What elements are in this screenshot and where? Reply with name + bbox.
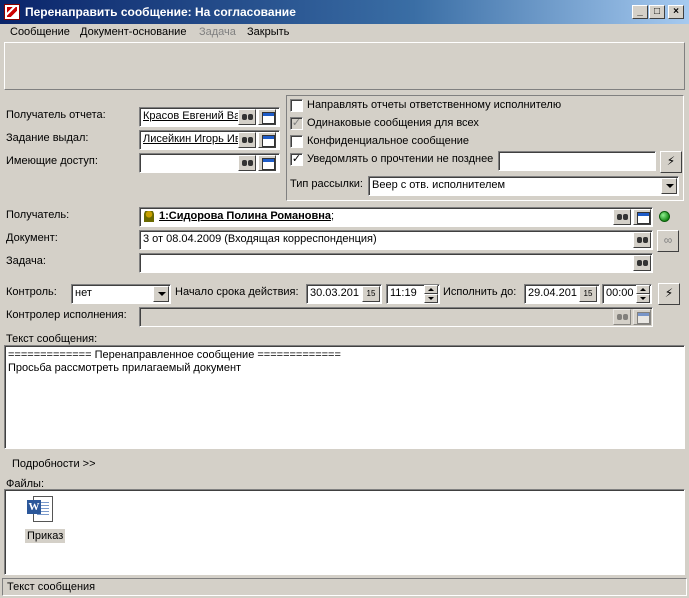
close-button[interactable]: × — [668, 5, 684, 19]
menu-bar: Сообщение Документ-основание Задача Закр… — [0, 24, 689, 42]
details-toggle[interactable]: Подробности >> — [12, 458, 96, 470]
binoculars-icon — [613, 309, 631, 325]
same-messages-checkbox[interactable]: ✓ — [290, 117, 303, 130]
app-icon[interactable] — [4, 4, 20, 20]
word-document-icon[interactable]: W — [27, 494, 57, 524]
deadline-time-spinner[interactable] — [636, 285, 650, 303]
recipient-field[interactable]: 1:Сидорова Полина Романовна; — [139, 207, 653, 227]
menu-task: Задача — [199, 26, 236, 38]
document-field[interactable]: 3 от 08.04.2009 (Входящая корреспонденци… — [139, 230, 653, 250]
mailing-type-label: Тип рассылки: — [290, 178, 363, 190]
mailing-type-select[interactable]: Веер с отв. исполнителем — [368, 176, 679, 196]
binoculars-icon[interactable] — [238, 132, 256, 148]
controller-field — [139, 307, 653, 327]
start-label: Начало срока действия: — [175, 286, 299, 298]
menu-close[interactable]: Закрыть — [247, 26, 289, 38]
same-messages-label: Одинаковые сообщения для всех — [307, 117, 479, 129]
card-icon[interactable] — [258, 155, 276, 171]
window-title: Перенаправить сообщение: На согласование — [25, 5, 296, 19]
binoculars-icon[interactable] — [238, 155, 256, 171]
chevron-down-icon[interactable] — [153, 286, 169, 302]
title-bar[interactable]: Перенаправить сообщение: На согласование… — [0, 0, 689, 24]
chevron-down-icon[interactable] — [661, 178, 677, 194]
message-textarea[interactable]: ============= Перенаправленное сообщение… — [4, 345, 685, 449]
control-label: Контроль: — [6, 286, 57, 298]
task-label: Задача: — [6, 255, 46, 267]
access-label: Имеющие доступ: — [6, 155, 98, 167]
card-icon[interactable] — [258, 132, 276, 148]
lightning-icon[interactable]: ⚡ — [660, 151, 682, 173]
send-reports-checkbox[interactable] — [290, 99, 303, 112]
binoculars-icon[interactable] — [633, 232, 651, 248]
notify-read-label: Уведомлять о прочтении не позднее — [307, 153, 494, 165]
notify-read-checkbox[interactable]: ✓ — [290, 153, 303, 166]
file-name[interactable]: Приказ — [25, 529, 66, 543]
confidential-checkbox[interactable] — [290, 135, 303, 148]
lightning-icon[interactable]: ⚡ — [658, 283, 680, 305]
menu-base-document[interactable]: Документ-основание — [80, 26, 186, 38]
binoculars-icon[interactable] — [613, 209, 631, 225]
task-field[interactable] — [139, 253, 653, 273]
person-icon — [143, 210, 156, 224]
message-line: Просьба рассмотреть прилагаемый документ — [8, 362, 242, 374]
send-reports-label: Направлять отчеты ответственному исполни… — [307, 99, 562, 111]
status-indicator-icon — [659, 211, 670, 222]
status-bar: Текст сообщения — [2, 578, 687, 596]
recipient-label: Получатель: — [6, 209, 70, 221]
notify-read-date-field[interactable] — [498, 151, 656, 171]
card-icon — [633, 309, 651, 325]
maximize-button[interactable]: □ — [649, 5, 665, 19]
menu-message[interactable]: Сообщение — [10, 26, 70, 38]
controller-label: Контролер исполнения: — [6, 309, 127, 321]
files-area[interactable]: W Приказ — [4, 489, 685, 575]
deadline-label: Исполнить до: — [443, 286, 517, 298]
recipient-separator: ; — [330, 210, 335, 222]
report-recipient-label: Получатель отчета: — [6, 109, 106, 121]
confidential-label: Конфиденциальное сообщение — [307, 135, 470, 147]
calendar-icon[interactable]: 15 — [362, 286, 380, 302]
calendar-icon[interactable]: 15 — [579, 286, 597, 302]
card-icon[interactable] — [258, 109, 276, 125]
binoculars-icon[interactable] — [633, 255, 651, 271]
message-label: Текст сообщения: — [6, 333, 98, 345]
task-issued-label: Задание выдал: — [6, 132, 89, 144]
toolbar-area — [4, 42, 685, 90]
recipient-name[interactable]: 1:Сидорова Полина Романовна — [143, 210, 331, 222]
message-line: ============= Перенаправленное сообщение… — [8, 349, 341, 361]
binoculars-icon[interactable] — [238, 109, 256, 125]
start-time-spinner[interactable] — [424, 285, 438, 303]
link-icon[interactable]: ∞ — [657, 230, 679, 252]
minimize-button[interactable]: _ — [632, 5, 648, 19]
document-label: Документ: — [6, 232, 58, 244]
card-icon[interactable] — [633, 209, 651, 225]
